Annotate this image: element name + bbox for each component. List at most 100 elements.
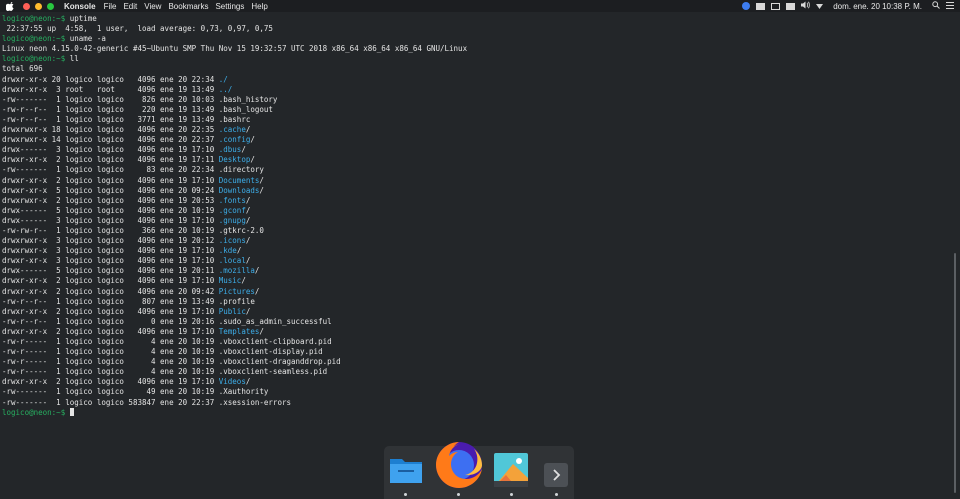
directory-name: Documents — [218, 175, 260, 185]
terminal-text: / — [245, 215, 251, 225]
terminal-text: drwx------ 3 logico logico 4096 ene 19 1… — [2, 215, 219, 225]
terminal-line: drwxr-xr-x 2 logico logico 4096 ene 19 1… — [2, 155, 952, 165]
directory-name: Pictures — [218, 286, 255, 296]
terminal-line: -rw-r--r-- 1 logico logico 3771 ene 19 1… — [2, 115, 952, 125]
minimize-button[interactable] — [35, 2, 42, 10]
clipboard-icon[interactable] — [756, 2, 766, 10]
terminal-line: drwxrwxr-x 3 logico logico 4096 ene 19 2… — [2, 236, 952, 246]
image-viewer-icon — [494, 453, 528, 487]
terminal-line: drwxr-xr-x 3 root root 4096 ene 19 13:49… — [2, 85, 952, 95]
terminal-text: / — [241, 276, 246, 286]
terminal-text: -rw-r----- 1 logico logico 4 ene 20 10:1… — [2, 337, 332, 346]
terminal-text: / — [241, 145, 246, 155]
terminal-line: -rw-r----- 1 logico logico 4 ene 20 10:1… — [2, 367, 952, 377]
update-notifier-icon[interactable] — [742, 2, 751, 10]
terminal-line: drwxr-xr-x 5 logico logico 4096 ene 20 0… — [2, 186, 952, 196]
directory-name: .local — [218, 256, 246, 266]
terminal-line: logico@neon:~$ uptime — [2, 14, 952, 24]
text-cursor — [69, 407, 74, 416]
terminal-text: / — [245, 306, 251, 316]
directory-name: Downloads — [218, 185, 260, 195]
terminal-text: drwxrwxr-x 18 logico logico 4096 ene 20 … — [2, 125, 219, 135]
terminal-text: uname -a — [65, 34, 106, 44]
dock-firefox[interactable] — [434, 440, 484, 494]
dropdown-arrow-icon[interactable] — [816, 2, 824, 11]
chevron-right-icon — [544, 463, 568, 487]
directory-name: Desktop — [218, 155, 251, 165]
terminal-line: logico@neon:~$ ll — [2, 54, 952, 64]
terminal-text: -rw------- 1 logico logico 83 ene 20 22:… — [2, 165, 264, 175]
terminal-text: -rw-r--r-- 1 logico logico 807 ene 19 13… — [2, 296, 255, 306]
terminal-line: drwxrwxr-x 18 logico logico 4096 ene 20 … — [2, 125, 952, 135]
directory-name: ./ — [218, 74, 228, 84]
menu-edit[interactable]: Edit — [123, 2, 137, 11]
search-icon[interactable] — [932, 1, 940, 11]
terminal-line: Linux neon 4.15.0-42-generic #45~Ubuntu … — [2, 44, 952, 54]
terminal-scrollbar[interactable] — [954, 253, 956, 493]
maximize-button[interactable] — [47, 2, 54, 10]
network-icon[interactable] — [786, 2, 796, 10]
terminal-line: drwxr-xr-x 2 logico logico 4096 ene 20 0… — [2, 287, 952, 297]
terminal-line: -rw-rw-r-- 1 logico logico 366 ene 20 10… — [2, 226, 952, 236]
terminal-text: / — [245, 377, 251, 387]
dock-running-indicator — [510, 493, 513, 496]
terminal-line: drwxr-xr-x 2 logico logico 4096 ene 19 1… — [2, 327, 952, 337]
dock-more[interactable] — [544, 463, 568, 491]
folder-icon — [390, 459, 422, 483]
terminal-line: logico@neon:~$ — [2, 407, 952, 418]
terminal-text: drwxr-xr-x 5 logico logico 4096 ene 20 0… — [2, 185, 219, 195]
terminal-text: / — [245, 205, 251, 215]
dock — [384, 442, 574, 499]
volume-icon[interactable] — [801, 1, 810, 11]
menu-file[interactable]: File — [104, 2, 117, 11]
directory-name: .icons — [218, 236, 246, 246]
terminal-text: drwxr-xr-x 3 logico logico 4096 ene 19 1… — [2, 256, 219, 266]
terminal-line: drwxrwxr-x 2 logico logico 4096 ene 19 2… — [2, 196, 952, 206]
close-button[interactable] — [23, 2, 30, 10]
terminal-text: drwx------ 5 logico logico 4096 ene 19 2… — [2, 266, 219, 276]
apple-logo-icon[interactable] — [5, 1, 15, 11]
clock[interactable]: dom. ene. 20 10:38 P. M. — [833, 2, 922, 11]
terminal-text: / — [250, 155, 255, 165]
menu-settings[interactable]: Settings — [215, 2, 244, 11]
menu-bookmarks[interactable]: Bookmarks — [168, 2, 208, 11]
directory-name: .cache — [218, 125, 246, 135]
terminal-text: -rw-r--r-- 1 logico logico 0 ene 19 20:1… — [2, 316, 332, 326]
terminal-line: drwxr-xr-x 2 logico logico 4096 ene 19 1… — [2, 307, 952, 317]
shell-prompt: logico@neon:~$ — [2, 407, 66, 417]
terminal-text: -rw-r----- 1 logico logico 4 ene 20 10:1… — [2, 367, 328, 377]
terminal-text: -rw-r--r-- 1 logico logico 220 ene 19 13… — [2, 104, 273, 114]
menu-view[interactable]: View — [144, 2, 161, 11]
dock-system-settings[interactable] — [493, 452, 529, 492]
directory-name: Music — [218, 276, 242, 286]
directory-name: .config — [218, 135, 251, 145]
directory-name: .kde — [218, 246, 237, 256]
terminal-text: / — [245, 236, 251, 246]
terminal-text: / — [259, 175, 264, 185]
dock-running-indicator — [555, 493, 558, 496]
directory-name: Public — [218, 306, 246, 316]
terminal-line: -rw-r----- 1 logico logico 4 ene 20 10:1… — [2, 357, 952, 367]
terminal-text: drwxr-xr-x 2 logico logico 4096 ene 20 0… — [2, 286, 219, 296]
terminal-line: -rw-r----- 1 logico logico 4 ene 20 10:1… — [2, 337, 952, 347]
terminal-output[interactable]: logico@neon:~$ uptime 22:37:55 up 4:58, … — [0, 14, 952, 499]
terminal-line: -rw-r----- 1 logico logico 4 ene 20 10:1… — [2, 347, 952, 357]
menu-help[interactable]: Help — [251, 2, 267, 11]
terminal-text: / — [254, 286, 260, 296]
terminal-text: -rw-r----- 1 logico logico 4 ene 20 10:1… — [2, 357, 341, 367]
terminal-text: drwxr-xr-x 20 logico logico 4096 ene 20 … — [2, 74, 219, 84]
terminal-line: 22:37:55 up 4:58, 1 user, load average: … — [2, 24, 952, 34]
menu-list-icon[interactable] — [946, 1, 954, 11]
directory-name: Templates — [218, 326, 260, 336]
firefox-icon — [436, 442, 482, 488]
dock-files[interactable] — [389, 455, 423, 489]
top-menu-bar: Konsole File Edit View Bookmarks Setting… — [0, 0, 960, 12]
window-controls — [23, 2, 54, 10]
terminal-text: drwxr-xr-x 2 logico logico 4096 ene 19 1… — [2, 326, 219, 336]
terminal-text: -rw-r----- 1 logico logico 4 ene 20 10:1… — [2, 347, 323, 357]
app-name[interactable]: Konsole — [64, 2, 96, 11]
display-icon[interactable] — [771, 2, 781, 10]
terminal-text: drwxrwxr-x 3 logico logico 4096 ene 19 2… — [2, 236, 219, 246]
terminal-line: -rw------- 1 logico logico 826 ene 20 10… — [2, 95, 952, 105]
terminal-text: / — [245, 256, 251, 266]
